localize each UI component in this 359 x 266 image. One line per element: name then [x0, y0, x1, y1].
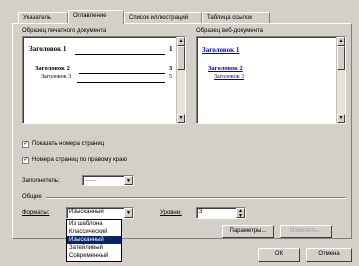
toc-line-1: Заголовок 1 [29, 45, 67, 53]
web-preview: Заголовок 1 Заголовок 2 Заголовок 3 ▲ ▼ [196, 36, 346, 124]
toc-leader [79, 73, 165, 74]
format-option[interactable]: Из шаблона [67, 220, 121, 228]
toc-leader [77, 82, 165, 83]
toc-page-2: 3 [169, 65, 173, 72]
web-link-2[interactable]: Заголовок 2 [208, 65, 243, 72]
right-align-label: Номера страниц по правому краю [32, 157, 127, 163]
web-link-3[interactable]: Заголовок 3 [214, 74, 244, 80]
right-align-checkbox[interactable]: ✓ [22, 157, 29, 164]
show-page-numbers-label: Показать номера страниц [32, 141, 105, 147]
format-option-selected[interactable]: Изысканный [67, 236, 121, 244]
tab-figures[interactable]: Список иллюстраций [124, 12, 202, 23]
levels-spinner[interactable]: 3 ▲ ▼ [196, 207, 246, 219]
tab-authorities[interactable]: Таблица ссылок [202, 12, 270, 23]
scroll-thumb[interactable] [177, 46, 185, 70]
print-preview: Заголовок 1 1 Заголовок 2 3 Заголовок 3 … [22, 36, 186, 124]
format-option[interactable]: Затейливый [67, 244, 121, 252]
show-page-numbers-checkbox[interactable]: ✓ [22, 141, 29, 148]
format-option[interactable]: Современный [67, 252, 121, 260]
web-preview-label: Образец веб-документа [196, 28, 263, 34]
spin-down-icon[interactable]: ▼ [237, 214, 244, 219]
toc-page-1: 1 [169, 45, 173, 53]
web-link-1[interactable]: Заголовок 1 [202, 46, 239, 54]
options-button[interactable]: Параметры... [222, 225, 274, 238]
formats-select[interactable]: Изысканный ▼ [66, 207, 134, 219]
formats-label: Форматы: [22, 210, 50, 216]
levels-label: Уровни: [160, 210, 182, 216]
toc-leader [75, 54, 165, 55]
tab-bar: Указатель Оглавление Список иллюстраций … [18, 10, 348, 24]
chevron-down-icon[interactable]: ▼ [124, 176, 133, 185]
spinner-arrows-icon[interactable]: ▲ ▼ [236, 208, 245, 219]
scroll-up-icon[interactable]: ▲ [177, 37, 185, 46]
format-option[interactable]: Классический [67, 228, 121, 236]
web-preview-scrollbar[interactable]: ▲ ▼ [336, 37, 345, 123]
formats-value: Изысканный [69, 209, 104, 215]
tab-leader-label: Заполнитель: [22, 178, 60, 184]
toc-page-3: 5 [169, 74, 172, 80]
tab-leader-value: …… [85, 177, 97, 183]
ok-button[interactable]: ОК [258, 248, 300, 262]
tab-toc[interactable]: Оглавление [68, 10, 124, 24]
tab-index[interactable]: Указатель [18, 12, 68, 23]
toc-line-3: Заголовок 3 [41, 74, 72, 80]
print-preview-scrollbar[interactable]: ▲ ▼ [176, 37, 185, 123]
chevron-down-icon[interactable]: ▼ [124, 208, 133, 218]
scroll-down-icon[interactable]: ▼ [177, 114, 185, 123]
modify-button[interactable]: Изменить... [280, 225, 332, 238]
print-preview-label: Образец печатного документа [22, 28, 107, 34]
tab-leader-select[interactable]: …… ▼ [82, 175, 134, 186]
group-divider [46, 197, 346, 199]
formats-dropdown-list[interactable]: Из шаблона Классический Изысканный Затей… [66, 219, 122, 262]
scroll-up-icon[interactable]: ▲ [337, 37, 345, 46]
levels-value: 3 [199, 209, 203, 215]
cancel-button[interactable]: Отмена [306, 248, 352, 262]
general-group-label: Общие [22, 194, 42, 200]
toc-line-2: Заголовок 2 [35, 65, 70, 72]
scroll-thumb[interactable] [337, 46, 345, 70]
scroll-down-icon[interactable]: ▼ [337, 114, 345, 123]
